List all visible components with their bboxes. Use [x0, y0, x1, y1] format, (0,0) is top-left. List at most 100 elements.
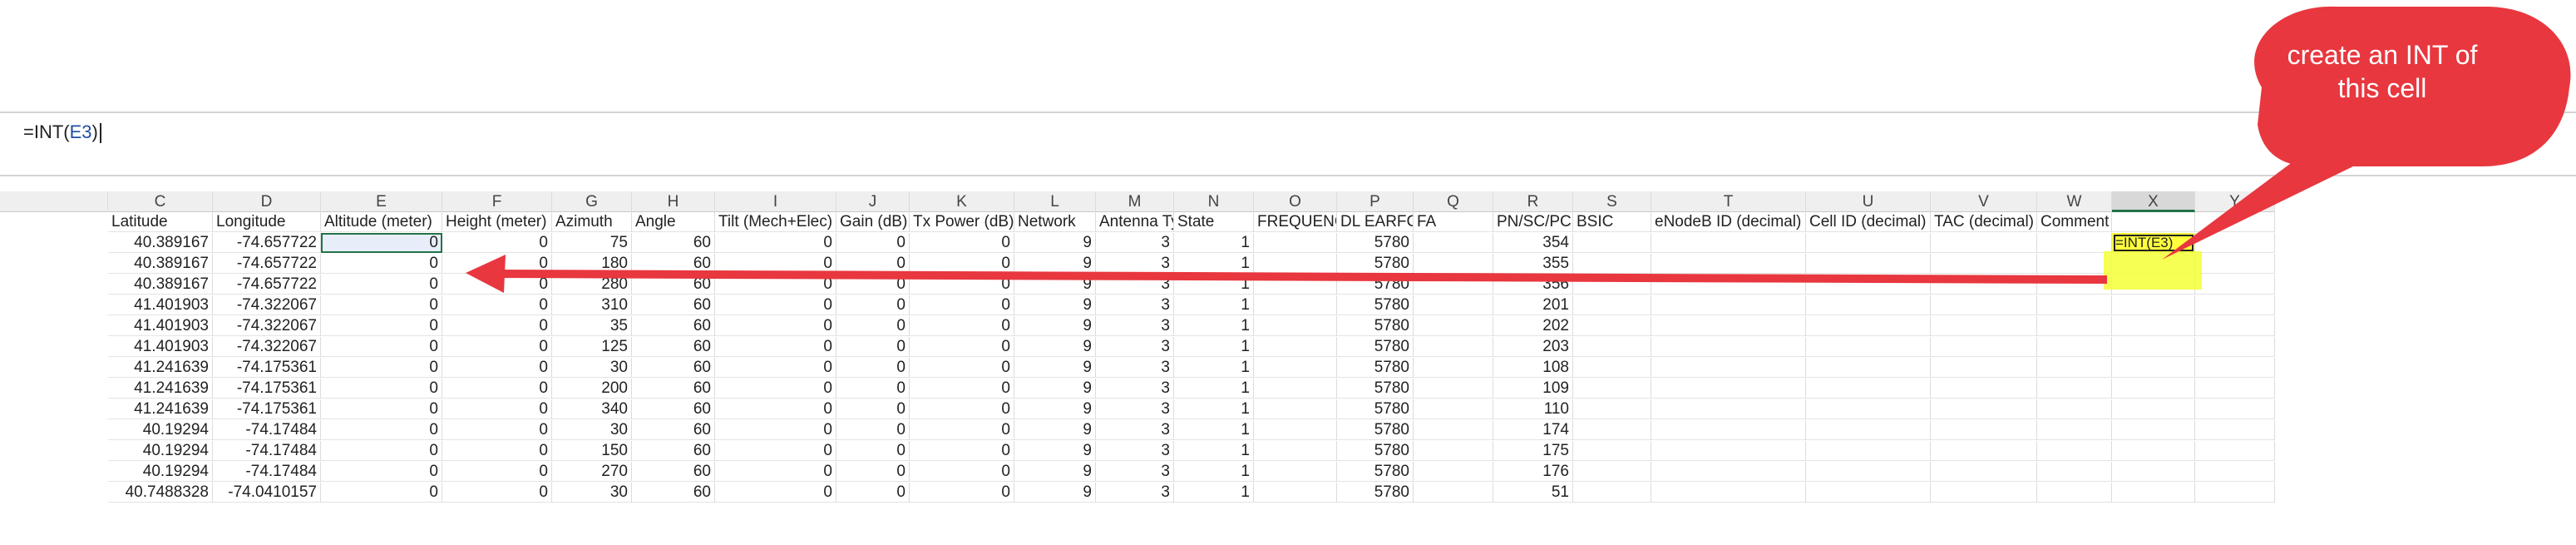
spreadsheet-grid[interactable]: Latitude Longitude Altitude (meter) Height …: [0, 212, 2275, 545]
header-label-v[interactable]: TAC (decimal): [1931, 212, 2037, 232]
column-header-d[interactable]: D: [213, 191, 321, 212]
cell-s-4[interactable]: [1573, 254, 1651, 274]
cell-o-14[interactable]: [1254, 462, 1337, 482]
cell-y-15[interactable]: [2195, 483, 2275, 503]
cell-k-14[interactable]: 0: [910, 462, 1014, 482]
cell-c-11[interactable]: 41.241639: [108, 399, 213, 419]
cell-u-10[interactable]: [1806, 379, 1931, 399]
cell-s-11[interactable]: [1573, 399, 1651, 419]
cell-l-4[interactable]: 9: [1014, 254, 1096, 274]
cell-q-7[interactable]: [1414, 316, 1493, 336]
cell-e-8[interactable]: 0: [321, 337, 442, 357]
cell-x-10[interactable]: [2112, 379, 2195, 399]
cell-k-8[interactable]: 0: [910, 337, 1014, 357]
cell-i-8[interactable]: 0: [715, 337, 836, 357]
cell-j-3[interactable]: 0: [836, 233, 910, 253]
cell-p-6[interactable]: 5780: [1337, 295, 1414, 315]
cell-t-14[interactable]: [1651, 462, 1806, 482]
header-label-u[interactable]: Cell ID (decimal): [1806, 212, 1931, 232]
cell-y-14[interactable]: [2195, 462, 2275, 482]
cell-h-5[interactable]: 60: [632, 275, 715, 295]
cell-l-9[interactable]: 9: [1014, 358, 1096, 378]
cell-p-9[interactable]: 5780: [1337, 358, 1414, 378]
cell-u-11[interactable]: [1806, 399, 1931, 419]
cell-u-12[interactable]: [1806, 420, 1931, 440]
cell-f-13[interactable]: 0: [442, 441, 552, 461]
cell-r-10[interactable]: 109: [1493, 379, 1573, 399]
cell-x-6[interactable]: [2112, 295, 2195, 315]
cell-r-12[interactable]: 174: [1493, 420, 1573, 440]
cell-h-6[interactable]: 60: [632, 295, 715, 315]
cell-c-4[interactable]: 40.389167: [108, 254, 213, 274]
cell-f-5[interactable]: 0: [442, 275, 552, 295]
cell-k-5[interactable]: 0: [910, 275, 1014, 295]
cell-f-8[interactable]: 0: [442, 337, 552, 357]
cell-x-3[interactable]: =INT(E3): [2112, 233, 2195, 253]
cell-t-10[interactable]: [1651, 379, 1806, 399]
cell-y-8[interactable]: [2195, 337, 2275, 357]
cell-t-11[interactable]: [1651, 399, 1806, 419]
header-label-j[interactable]: Gain (dB): [836, 212, 910, 232]
cell-f-11[interactable]: 0: [442, 399, 552, 419]
cell-i-10[interactable]: 0: [715, 379, 836, 399]
cell-c-9[interactable]: 41.241639: [108, 358, 213, 378]
cell-k-7[interactable]: 0: [910, 316, 1014, 336]
cell-s-15[interactable]: [1573, 483, 1651, 503]
cell-o-12[interactable]: [1254, 420, 1337, 440]
cell-o-6[interactable]: [1254, 295, 1337, 315]
cell-e-7[interactable]: 0: [321, 316, 442, 336]
cell-n-9[interactable]: 1: [1174, 358, 1254, 378]
cell-n-8[interactable]: 1: [1174, 337, 1254, 357]
cell-v-9[interactable]: [1931, 358, 2037, 378]
cell-g-7[interactable]: 35: [552, 316, 632, 336]
cell-o-3[interactable]: [1254, 233, 1337, 253]
cell-c-13[interactable]: 40.19294: [108, 441, 213, 461]
cell-f-9[interactable]: 0: [442, 358, 552, 378]
cell-j-8[interactable]: 0: [836, 337, 910, 357]
cell-e-14[interactable]: 0: [321, 462, 442, 482]
header-label-r[interactable]: PN/SC/PCI: [1493, 212, 1573, 232]
cell-h-15[interactable]: 60: [632, 483, 715, 503]
cell-l-7[interactable]: 9: [1014, 316, 1096, 336]
cell-d-11[interactable]: -74.175361: [213, 399, 321, 419]
cell-i-14[interactable]: 0: [715, 462, 836, 482]
cell-n-15[interactable]: 1: [1174, 483, 1254, 503]
cell-q-3[interactable]: [1414, 233, 1493, 253]
cell-h-10[interactable]: 60: [632, 379, 715, 399]
cell-w-11[interactable]: [2037, 399, 2112, 419]
header-label-l[interactable]: Network: [1014, 212, 1096, 232]
column-header-r[interactable]: R: [1493, 191, 1573, 212]
cell-g-11[interactable]: 340: [552, 399, 632, 419]
cell-g-6[interactable]: 310: [552, 295, 632, 315]
cell-e-12[interactable]: 0: [321, 420, 442, 440]
cell-i-3[interactable]: 0: [715, 233, 836, 253]
cell-w-4[interactable]: [2037, 254, 2112, 274]
cell-l-12[interactable]: 9: [1014, 420, 1096, 440]
cell-u-5[interactable]: [1806, 275, 1931, 295]
column-header-p[interactable]: P: [1337, 191, 1414, 212]
cell-v-5[interactable]: [1931, 275, 2037, 295]
cell-u-3[interactable]: [1806, 233, 1931, 253]
cell-i-7[interactable]: 0: [715, 316, 836, 336]
cell-s-10[interactable]: [1573, 379, 1651, 399]
header-label-q[interactable]: FA: [1414, 212, 1493, 232]
cell-q-12[interactable]: [1414, 420, 1493, 440]
cell-m-13[interactable]: 3: [1096, 441, 1174, 461]
cell-x-8[interactable]: [2112, 337, 2195, 357]
column-header-c[interactable]: C: [108, 191, 213, 212]
header-label-y[interactable]: [2195, 212, 2275, 232]
cell-e-15[interactable]: 0: [321, 483, 442, 503]
cell-l-8[interactable]: 9: [1014, 337, 1096, 357]
cell-k-4[interactable]: 0: [910, 254, 1014, 274]
cell-q-15[interactable]: [1414, 483, 1493, 503]
cell-v-12[interactable]: [1931, 420, 2037, 440]
cell-y-9[interactable]: [2195, 358, 2275, 378]
cell-q-6[interactable]: [1414, 295, 1493, 315]
column-header-u[interactable]: U: [1806, 191, 1931, 212]
header-label-k[interactable]: Tx Power (dB): [910, 212, 1014, 232]
cell-o-10[interactable]: [1254, 379, 1337, 399]
cell-i-9[interactable]: 0: [715, 358, 836, 378]
cell-p-11[interactable]: 5780: [1337, 399, 1414, 419]
cell-w-12[interactable]: [2037, 420, 2112, 440]
cell-r-7[interactable]: 202: [1493, 316, 1573, 336]
